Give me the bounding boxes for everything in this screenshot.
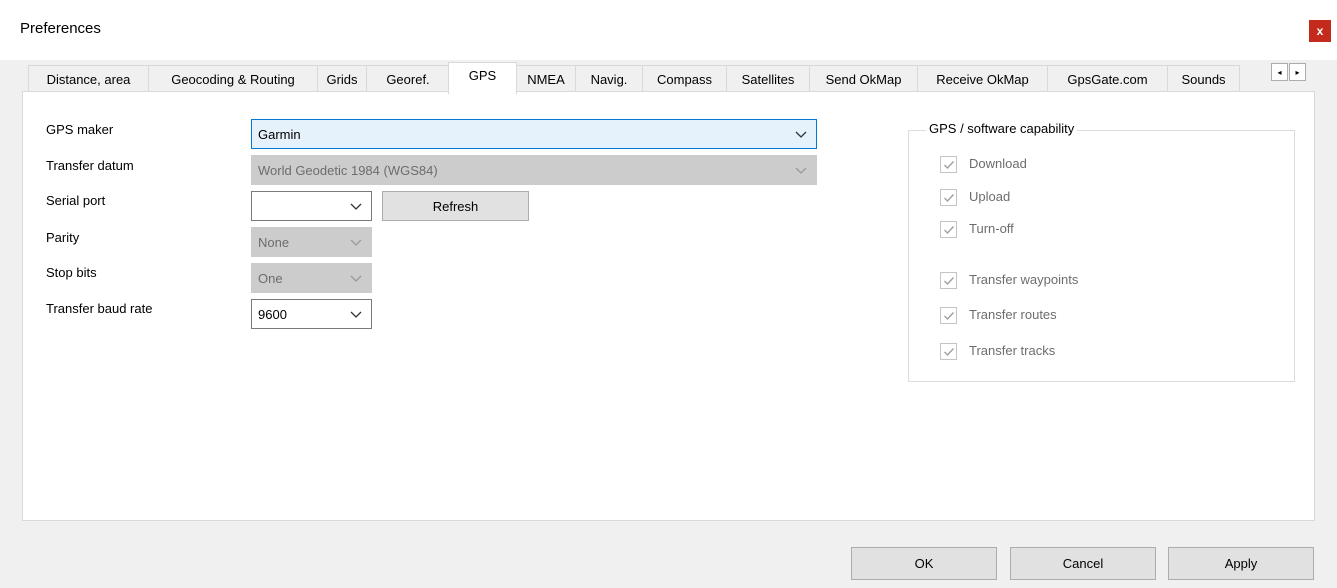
- transfer-datum-label: Transfer datum: [46, 158, 134, 173]
- checkmark-icon: [944, 348, 955, 357]
- tab-label: Navig.: [590, 72, 628, 87]
- apply-button[interactable]: Apply: [1168, 547, 1314, 580]
- stop-bits-value: One: [258, 270, 283, 286]
- stop-bits-select[interactable]: One: [251, 263, 372, 293]
- turn-off-checkbox[interactable]: [940, 221, 957, 238]
- stop-bits-label: Stop bits: [46, 265, 97, 280]
- tab-nmea[interactable]: NMEA: [516, 65, 576, 93]
- gps-tab-panel: GPS maker Garmin Transfer datum World Ge…: [22, 91, 1315, 521]
- checkmark-icon: [944, 277, 955, 286]
- tab-label: Distance, area: [46, 72, 131, 87]
- capability-group-title: GPS / software capability: [926, 121, 1078, 136]
- tab-label: Receive OkMap: [936, 72, 1029, 87]
- upload-checkbox[interactable]: [940, 189, 957, 206]
- tab-compass[interactable]: Compass: [642, 65, 727, 93]
- tab-navig[interactable]: Navig.: [575, 65, 643, 93]
- gps-maker-value: Garmin: [258, 126, 301, 142]
- tab-scroll-right-button[interactable]: ▸: [1289, 63, 1306, 81]
- tab-label: Georef.: [386, 72, 430, 87]
- transfer-routes-checkbox[interactable]: [940, 307, 957, 324]
- tab-scroll-left-button[interactable]: ◂: [1271, 63, 1288, 81]
- baud-rate-label: Transfer baud rate: [46, 301, 153, 316]
- turn-off-label: Turn-off: [969, 221, 1014, 236]
- parity-value: None: [258, 234, 290, 250]
- tab-grids[interactable]: Grids: [317, 65, 367, 93]
- transfer-waypoints-checkbox[interactable]: [940, 272, 957, 289]
- tab-gps[interactable]: GPS: [448, 62, 517, 94]
- transfer-routes-label: Transfer routes: [969, 307, 1057, 322]
- serial-port-select[interactable]: [251, 191, 372, 221]
- checkmark-icon: [944, 194, 955, 203]
- transfer-tracks-checkbox[interactable]: [940, 343, 957, 360]
- download-checkbox[interactable]: [940, 156, 957, 173]
- tab-label: Satellites: [741, 72, 795, 87]
- transfer-tracks-label: Transfer tracks: [969, 343, 1056, 358]
- tab-label: Send OkMap: [825, 72, 902, 87]
- tab-georef[interactable]: Georef.: [366, 65, 450, 93]
- gps-maker-select[interactable]: Garmin: [251, 119, 817, 149]
- close-icon: x: [1316, 24, 1324, 38]
- refresh-button[interactable]: Refresh: [382, 191, 529, 221]
- tab-send-okmap[interactable]: Send OkMap: [809, 65, 918, 93]
- gps-maker-label: GPS maker: [46, 122, 114, 137]
- close-button[interactable]: x: [1309, 20, 1331, 42]
- serial-port-label: Serial port: [46, 193, 106, 208]
- chevron-down-icon: [795, 167, 807, 174]
- tab-label: Compass: [657, 72, 712, 87]
- chevron-down-icon: [350, 311, 362, 318]
- tab-label: Sounds: [1181, 72, 1226, 87]
- tab-label: Grids: [326, 72, 358, 87]
- upload-label: Upload: [969, 189, 1011, 204]
- chevron-down-icon: [350, 239, 362, 246]
- title-bar: Preferences x: [0, 0, 1337, 60]
- parity-label: Parity: [46, 230, 80, 245]
- baud-rate-select[interactable]: 9600: [251, 299, 372, 329]
- chevron-down-icon: [350, 275, 362, 282]
- transfer-waypoints-label: Transfer waypoints: [969, 272, 1079, 287]
- tab-sounds[interactable]: Sounds: [1167, 65, 1240, 93]
- tab-satellites[interactable]: Satellites: [726, 65, 810, 93]
- tab-distance-area[interactable]: Distance, area: [28, 65, 149, 93]
- window-title: Preferences: [20, 20, 101, 37]
- ok-button[interactable]: OK: [851, 547, 997, 580]
- checkmark-icon: [944, 226, 955, 235]
- tab-geocoding-routing[interactable]: Geocoding & Routing: [148, 65, 318, 93]
- tab-label: Geocoding & Routing: [171, 72, 295, 87]
- checkmark-icon: [944, 312, 955, 321]
- capability-groupbox: [908, 130, 1295, 382]
- transfer-datum-select[interactable]: World Geodetic 1984 (WGS84): [251, 155, 817, 185]
- arrow-right-icon: ▸: [1295, 67, 1300, 77]
- chevron-down-icon: [350, 203, 362, 210]
- checkmark-icon: [944, 161, 955, 170]
- tab-label: GPS: [468, 68, 497, 83]
- tab-strip: Distance, area Geocoding & Routing Grids…: [28, 62, 1248, 94]
- parity-select[interactable]: None: [251, 227, 372, 257]
- tab-label: NMEA: [527, 72, 565, 87]
- baud-rate-value: 9600: [258, 306, 287, 322]
- tab-gpsgate[interactable]: GpsGate.com: [1047, 65, 1168, 93]
- chevron-down-icon: [795, 131, 807, 138]
- arrow-left-icon: ◂: [1277, 67, 1282, 77]
- tab-label: GpsGate.com: [1067, 72, 1148, 87]
- transfer-datum-value: World Geodetic 1984 (WGS84): [258, 162, 438, 178]
- tab-receive-okmap[interactable]: Receive OkMap: [917, 65, 1048, 93]
- download-label: Download: [969, 156, 1027, 171]
- cancel-button[interactable]: Cancel: [1010, 547, 1156, 580]
